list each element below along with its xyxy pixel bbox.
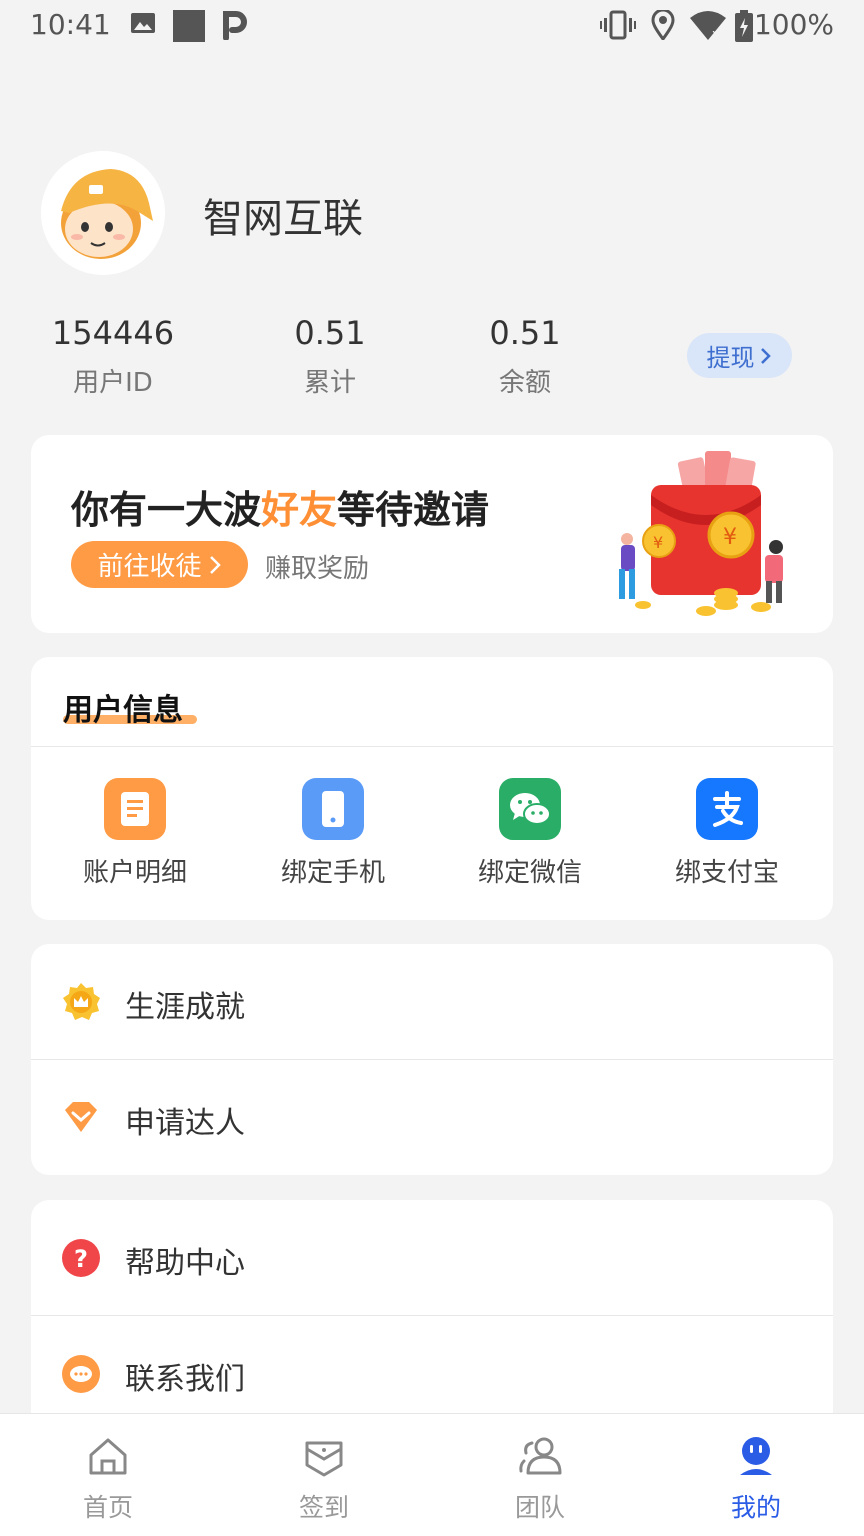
invite-button-label: 前往收徒: [97, 552, 202, 582]
tab-checkin[interactable]: 签到: [254, 1432, 394, 1524]
document-icon: [104, 778, 166, 840]
battery-level: 100%: [753, 8, 834, 41]
invite-title-post: 等待邀请: [337, 488, 490, 532]
stat-user-id: 154446 用户ID: [33, 314, 193, 399]
chevron-right-icon: [760, 347, 771, 364]
menu-card-achievements: 生涯成就 申请达人: [31, 944, 833, 1175]
invite-button[interactable]: 前往收徒: [71, 541, 248, 588]
menu-card-support: ? 帮助中心 联系我们: [31, 1200, 833, 1440]
user-info-card: 用户信息 账户明细 绑定手机 绑定微信 绑支付宝: [31, 657, 833, 920]
username: 智网互联: [203, 196, 363, 242]
profile-icon: [740, 1437, 772, 1475]
stat-value: 0.51: [489, 314, 561, 352]
svg-text:¥: ¥: [723, 525, 737, 550]
account-details-item[interactable]: 账户明细: [37, 778, 233, 889]
alipay-icon: [696, 778, 758, 840]
chevron-right-icon: [209, 555, 221, 574]
chat-icon: [62, 1355, 100, 1393]
help-icon: ?: [62, 1239, 100, 1277]
user-info-title: 用户信息: [63, 693, 183, 728]
menu-item-label: 生涯成就: [125, 990, 245, 1025]
diamond-icon: [65, 1102, 97, 1132]
wechat-icon: [499, 778, 561, 840]
tab-mine[interactable]: 我的: [686, 1432, 826, 1524]
grid-item-label: 绑定手机: [280, 858, 385, 888]
menu-item-label: 帮助中心: [125, 1246, 245, 1281]
menu-item-apply-expert[interactable]: 申请达人: [31, 1060, 833, 1175]
invite-subtitle: 赚取奖励: [265, 554, 370, 584]
invite-banner[interactable]: 你有一大波好友等待邀请 前往收徒 赚取奖励 ¥ ¥: [31, 435, 833, 633]
status-time: 10:41: [30, 8, 111, 41]
location-icon: [651, 10, 675, 40]
invite-title: 你有一大波好友等待邀请: [71, 479, 489, 534]
menu-item-label: 联系我们: [125, 1362, 245, 1397]
tab-label: 签到: [298, 1493, 349, 1522]
square-icon: [173, 10, 205, 42]
crown-badge-icon: [63, 983, 100, 1020]
svg-text:x: x: [712, 27, 719, 40]
svg-text:?: ?: [74, 1245, 88, 1273]
tab-label: 团队: [514, 1493, 565, 1522]
image-icon: [131, 13, 155, 33]
invite-title-highlight: 好友: [261, 488, 338, 532]
menu-item-career-achievements[interactable]: 生涯成就: [31, 944, 833, 1059]
stat-value: 0.51: [294, 314, 366, 352]
battery-icon: [735, 10, 753, 42]
grid-item-label: 账户明细: [82, 858, 187, 888]
tab-team[interactable]: 团队: [470, 1432, 610, 1524]
invite-title-pre: 你有一大波: [71, 488, 262, 532]
grid-item-label: 绑支付宝: [674, 858, 779, 888]
checkin-icon: [305, 1441, 343, 1477]
team-icon: [519, 1437, 562, 1475]
cartoon-boy-avatar: [41, 151, 165, 275]
tab-home[interactable]: 首页: [38, 1432, 178, 1524]
divider: [31, 746, 833, 747]
stat-label: 累计: [303, 368, 356, 398]
phone-icon: [302, 778, 364, 840]
stat-balance: 0.51 余额: [445, 314, 605, 399]
bind-phone-item[interactable]: 绑定手机: [235, 778, 431, 889]
parking-icon: [223, 11, 247, 40]
vibrate-icon: [600, 10, 636, 40]
bind-wechat-item[interactable]: 绑定微信: [432, 778, 628, 889]
stat-value: 154446: [51, 314, 175, 352]
menu-item-help-center[interactable]: ? 帮助中心: [31, 1200, 833, 1315]
home-icon: [89, 1438, 127, 1475]
withdraw-button[interactable]: 提现: [687, 333, 792, 378]
stat-label: 余额: [498, 368, 551, 398]
tab-label: 首页: [82, 1493, 133, 1522]
stat-label: 用户ID: [73, 368, 153, 398]
svg-text:¥: ¥: [653, 533, 663, 552]
grid-item-label: 绑定微信: [477, 858, 582, 888]
withdraw-label: 提现: [706, 344, 755, 372]
bottom-tab-bar: 首页 签到 团队 我的: [0, 1413, 864, 1536]
wifi-icon: x: [690, 11, 726, 40]
status-bar: 10:41 x 100%: [0, 0, 864, 52]
stat-total: 0.51 累计: [250, 314, 410, 399]
avatar[interactable]: [41, 151, 165, 275]
bind-alipay-item[interactable]: 绑支付宝: [629, 778, 825, 889]
red-envelope-coins-illustration: ¥ ¥: [619, 451, 783, 616]
menu-item-label: 申请达人: [125, 1106, 245, 1141]
tab-label: 我的: [730, 1493, 781, 1522]
